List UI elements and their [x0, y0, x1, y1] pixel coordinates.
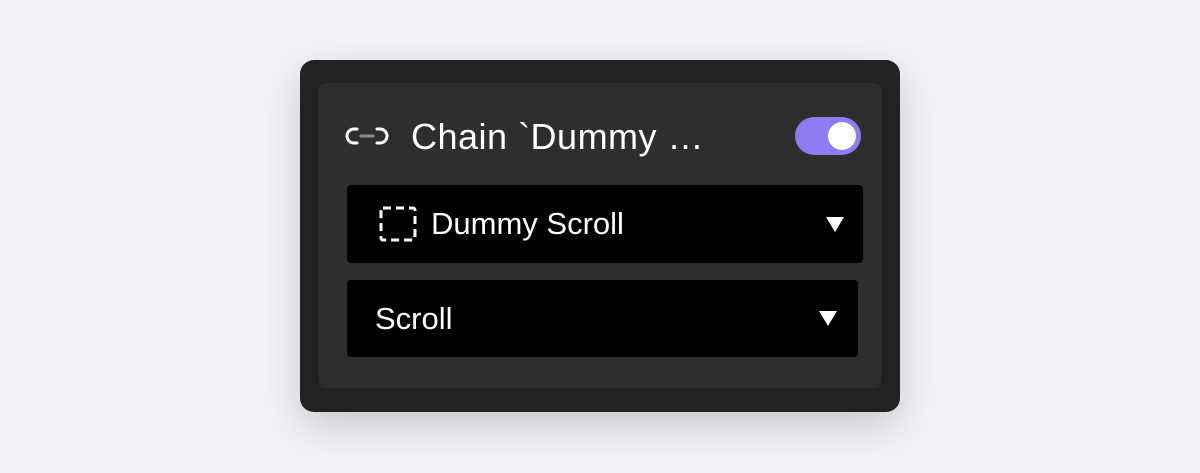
enable-toggle[interactable] — [795, 117, 861, 155]
chain-card: Chain `Dummy … Dummy Scroll Scroll — [300, 60, 900, 412]
chain-link-icon — [345, 127, 389, 145]
action-select[interactable]: Scroll — [347, 280, 858, 357]
target-select-value: Dummy Scroll — [431, 206, 624, 241]
chevron-down-icon — [826, 217, 844, 232]
dashed-frame-icon — [379, 206, 417, 242]
chain-title: Chain `Dummy … — [411, 117, 705, 157]
chevron-down-icon — [819, 311, 837, 326]
target-select[interactable]: Dummy Scroll — [347, 185, 863, 263]
chain-header: Chain `Dummy … — [319, 115, 881, 159]
chain-panel: Chain `Dummy … Dummy Scroll Scroll — [319, 83, 881, 388]
action-select-value: Scroll — [375, 300, 453, 336]
toggle-knob — [828, 122, 856, 150]
